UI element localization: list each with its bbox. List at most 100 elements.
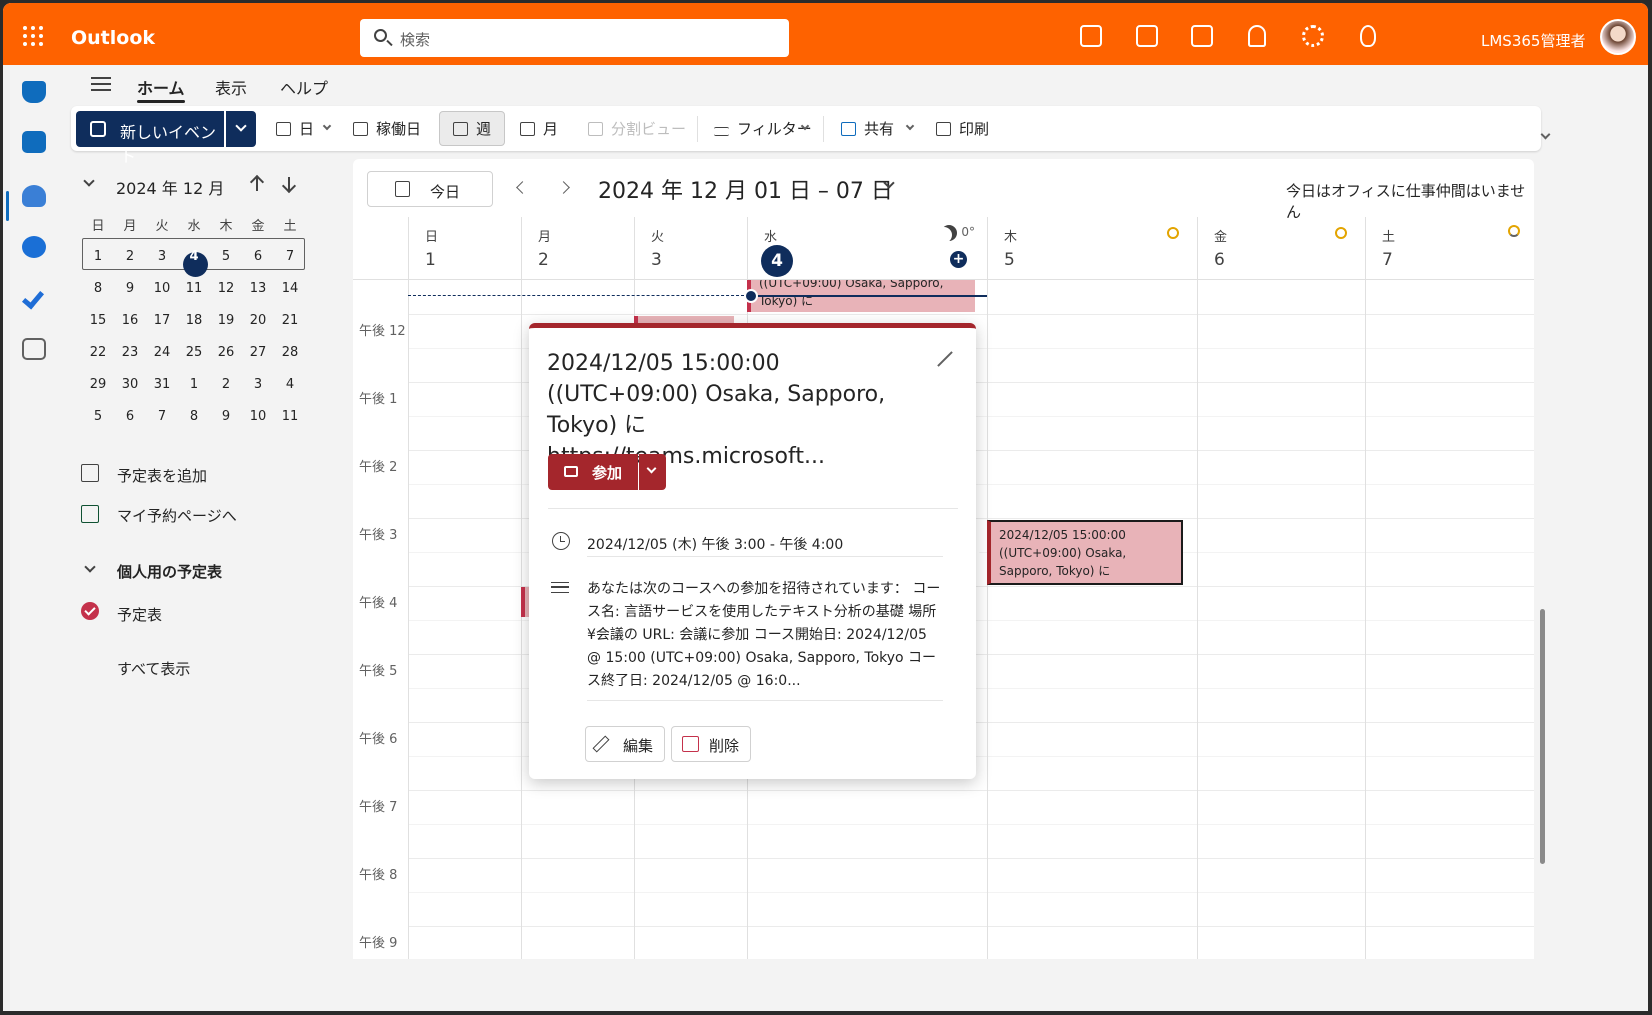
- personal-calendars-title[interactable]: 個人用の予定表: [117, 561, 222, 582]
- selected-calendar-event[interactable]: 2024/12/05 15:00:00 ((UTC+09:00) Osaka, …: [987, 520, 1183, 585]
- todo-check-icon[interactable]: [21, 286, 45, 310]
- today-button[interactable]: 今日: [367, 171, 493, 207]
- add-calendar-link[interactable]: 予定表を追加: [117, 465, 207, 486]
- app-launcher-icon[interactable]: [23, 26, 43, 46]
- mini-calendar-day[interactable]: 22: [82, 345, 114, 360]
- avatar[interactable]: [1600, 19, 1636, 55]
- tab-view[interactable]: 表示: [215, 75, 247, 99]
- mini-calendar-day[interactable]: 7: [146, 409, 178, 424]
- search-box[interactable]: 検索: [360, 19, 789, 57]
- mini-calendar-day[interactable]: 13: [242, 281, 274, 296]
- filter-button[interactable]: フィルター: [714, 118, 812, 139]
- app-name[interactable]: Outlook: [71, 27, 155, 49]
- day-header[interactable]: 土7: [1365, 217, 1534, 279]
- mini-calendar-day[interactable]: 8: [178, 409, 210, 424]
- date-range-title[interactable]: 2024 年 12 月 01 日 – 07 日: [598, 173, 893, 205]
- mini-calendar-day[interactable]: 7: [274, 249, 306, 264]
- grid-scrollbar[interactable]: [1535, 273, 1549, 959]
- mini-calendar-day[interactable]: 26: [210, 345, 242, 360]
- mini-calendar-day[interactable]: 4: [274, 377, 306, 392]
- booking-page-link[interactable]: マイ予約ページへ: [117, 505, 237, 526]
- mini-calendar-day[interactable]: 3: [242, 377, 274, 392]
- mini-calendar-day[interactable]: 20: [242, 313, 274, 328]
- mini-calendar-day[interactable]: 10: [242, 409, 274, 424]
- scrollbar-thumb[interactable]: [1540, 609, 1545, 864]
- mini-calendar-day[interactable]: 2: [114, 249, 146, 264]
- mini-calendar-title[interactable]: 2024 年 12 月: [116, 175, 224, 199]
- show-all-link[interactable]: すべて表示: [117, 658, 190, 679]
- mini-calendar-day[interactable]: 12: [210, 281, 242, 296]
- mini-calendar-day[interactable]: 21: [274, 313, 306, 328]
- mini-calendar-day[interactable]: 11: [178, 281, 210, 296]
- apps-icon[interactable]: [22, 338, 46, 360]
- mini-calendar-day[interactable]: 3: [146, 249, 178, 264]
- mini-calendar-day[interactable]: 2: [210, 377, 242, 392]
- workweek-view-button[interactable]: 稼働日: [353, 118, 421, 139]
- new-event-dropdown[interactable]: [226, 111, 256, 147]
- mini-calendar-day[interactable]: 6: [242, 249, 274, 264]
- mini-calendar-day[interactable]: 10: [146, 281, 178, 296]
- join-dropdown[interactable]: [639, 454, 666, 490]
- arrow-up-icon[interactable]: [256, 177, 258, 191]
- join-button[interactable]: 参加: [548, 454, 638, 490]
- meet-now-icon[interactable]: [1080, 25, 1102, 47]
- mini-calendar-day[interactable]: 9: [210, 409, 242, 424]
- mini-calendar-day[interactable]: 4: [178, 249, 210, 277]
- mini-calendar-day[interactable]: 5: [210, 249, 242, 264]
- arrow-down-icon[interactable]: [288, 177, 290, 191]
- calendar-item[interactable]: 予定表: [117, 604, 162, 625]
- mini-calendar-day[interactable]: 30: [114, 377, 146, 392]
- day-header[interactable]: 日1: [408, 217, 521, 279]
- day-header[interactable]: 木5: [987, 217, 1197, 279]
- add-event-icon[interactable]: +: [950, 251, 967, 268]
- menu-icon[interactable]: [91, 77, 111, 91]
- tab-help[interactable]: ヘルプ: [280, 75, 328, 99]
- mail-icon[interactable]: [22, 81, 46, 103]
- lightbulb-icon[interactable]: [1360, 25, 1376, 47]
- week-view-button[interactable]: 週: [453, 118, 491, 139]
- search-input[interactable]: 検索: [400, 29, 430, 50]
- tab-home[interactable]: ホーム: [137, 75, 185, 103]
- chevron-down-icon[interactable]: [322, 121, 332, 131]
- mini-calendar-day[interactable]: 6: [114, 409, 146, 424]
- mini-calendar-day[interactable]: 17: [146, 313, 178, 328]
- calendar-checked-icon[interactable]: [81, 602, 99, 620]
- calendar-icon[interactable]: [22, 131, 46, 153]
- groups-icon[interactable]: [22, 236, 46, 258]
- bell-icon[interactable]: [1248, 25, 1266, 47]
- delete-button[interactable]: 削除: [671, 726, 751, 762]
- people-icon[interactable]: [22, 185, 46, 207]
- day-header[interactable]: 火3: [634, 217, 747, 279]
- mini-calendar-day[interactable]: 29: [82, 377, 114, 392]
- day-header[interactable]: 月2: [521, 217, 634, 279]
- mini-calendar-day[interactable]: 9: [114, 281, 146, 296]
- print-button[interactable]: 印刷: [936, 118, 989, 139]
- mini-calendar-day[interactable]: 27: [242, 345, 274, 360]
- onenote-icon[interactable]: [1136, 25, 1158, 47]
- mini-calendar-day[interactable]: 31: [146, 377, 178, 392]
- gear-icon[interactable]: [1302, 25, 1324, 47]
- mini-calendar-day[interactable]: 5: [82, 409, 114, 424]
- mini-calendar-day[interactable]: 24: [146, 345, 178, 360]
- mini-calendar-day[interactable]: 25: [178, 345, 210, 360]
- mini-calendar-day[interactable]: 16: [114, 313, 146, 328]
- chevron-down-icon[interactable]: [905, 121, 915, 131]
- ribbon-expand-icon[interactable]: [1540, 129, 1551, 140]
- mini-calendar-day[interactable]: 1: [82, 249, 114, 264]
- mini-calendar-day[interactable]: 23: [114, 345, 146, 360]
- chevron-down-icon[interactable]: [83, 175, 95, 187]
- day-view-button[interactable]: 日: [276, 118, 314, 139]
- mini-calendar-day[interactable]: 18: [178, 313, 210, 328]
- mini-calendar-day[interactable]: 1: [178, 377, 210, 392]
- split-view-button[interactable]: 分割ビュー: [588, 118, 686, 139]
- user-name[interactable]: LMS365管理者: [1481, 30, 1585, 51]
- mini-calendar-day[interactable]: 19: [210, 313, 242, 328]
- mini-calendar-day[interactable]: 14: [274, 281, 306, 296]
- mini-calendar-day[interactable]: 28: [274, 345, 306, 360]
- share-button[interactable]: 共有: [841, 118, 894, 139]
- todo-icon[interactable]: [1191, 25, 1213, 47]
- chevron-right-icon[interactable]: [557, 181, 570, 194]
- new-event-button[interactable]: 新しいイベント: [76, 111, 224, 166]
- mini-calendar-day[interactable]: 11: [274, 409, 306, 424]
- month-view-button[interactable]: 月: [520, 118, 558, 139]
